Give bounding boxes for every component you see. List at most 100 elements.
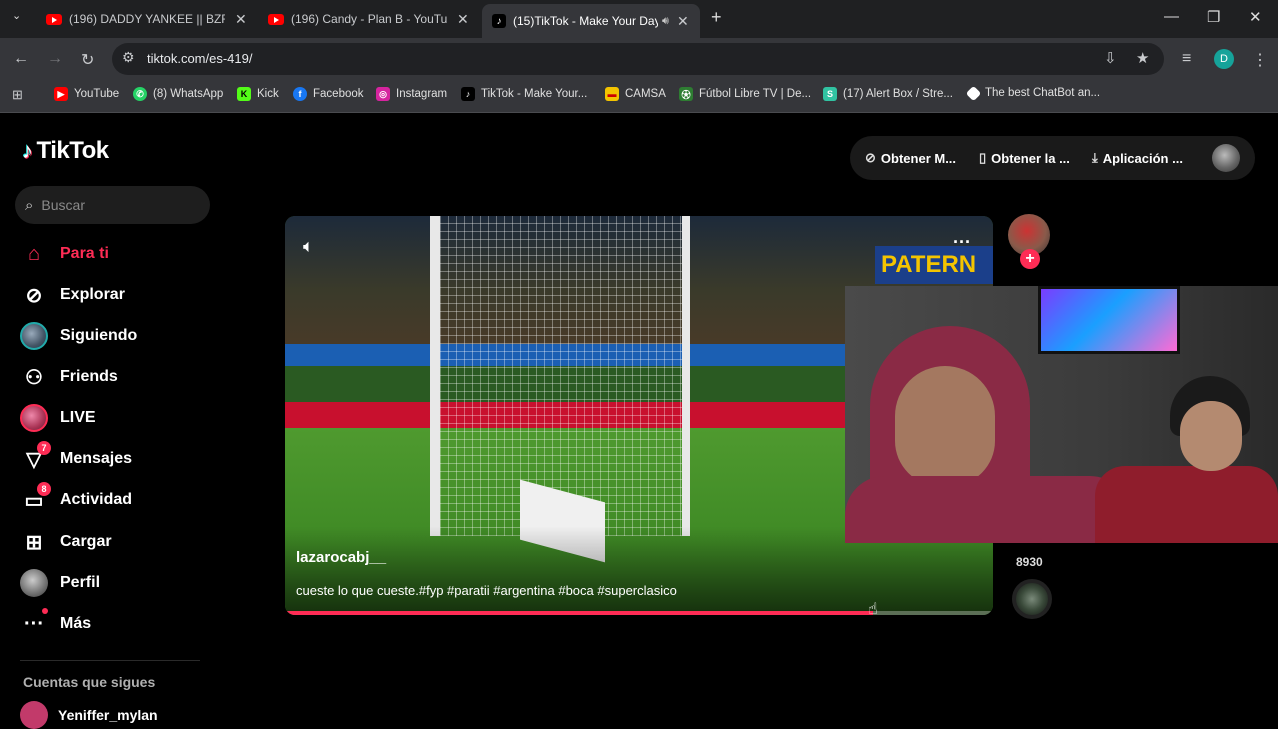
bookmark-tiktok[interactable]: ♪ TikTok - Make Your... <box>461 87 587 101</box>
camsa-icon: ▬ <box>605 87 619 101</box>
speaker-icon[interactable]: 🔊︎ <box>662 15 669 28</box>
nav-label: Friends <box>60 368 118 385</box>
install-app-icon[interactable]: ⇩ <box>1104 49 1117 67</box>
nav-mensajes[interactable]: ▽ 7 Mensajes <box>20 441 133 474</box>
get-app-button[interactable]: ▯ Obtener la ... <box>979 150 1070 166</box>
more-icon: ··· <box>20 608 48 638</box>
bookmark-label: Fútbol Libre TV | De... <box>699 88 812 100</box>
tiktok-icon: ♪ <box>492 14 506 28</box>
follow-plus-icon[interactable]: + <box>1020 249 1040 269</box>
nav-cargar[interactable]: ⊞ Cargar <box>20 527 112 557</box>
nav-actividad[interactable]: ▭ 8 Actividad <box>20 482 132 515</box>
tab-3[interactable]: ♪ (15)TikTok - Make Your Day 🔊︎ ✕ <box>482 4 700 38</box>
tiktok-note-icon: ♪ <box>22 138 33 163</box>
tab-search-chevron-icon[interactable]: ⌄ <box>12 9 21 22</box>
video-progress-bar[interactable] <box>285 611 993 615</box>
download-icon: ⤓ <box>1092 150 1098 165</box>
bookmark-instagram[interactable]: ◎ Instagram <box>376 87 447 101</box>
search-box[interactable]: ⌕ <box>15 186 210 224</box>
hand-cursor-icon: ☝︎ <box>868 601 878 618</box>
video-sponsor-sign: PATERN <box>875 246 993 284</box>
close-tab-icon[interactable]: ✕ <box>677 13 689 30</box>
activity-icon: ▭ 8 <box>20 482 51 514</box>
address-bar-row: ← → ↻ ⚙ tiktok.com/es-419/ ⇩ ★ ≡ D ⋮ <box>0 38 1278 80</box>
tiktok-icon: ♪ <box>461 87 475 101</box>
reload-icon[interactable]: ↻ <box>81 50 94 70</box>
bookmark-label: CAMSA <box>625 88 666 100</box>
coins-icon: ⊘ <box>865 150 876 165</box>
nav-mas[interactable]: ··· Más <box>20 608 92 639</box>
nav-para-ti[interactable]: ⌂ Para ti <box>20 239 109 269</box>
omnibox[interactable]: ⚙ tiktok.com/es-419/ ⇩ ★ <box>112 43 1164 75</box>
side-count: 8930 <box>1016 555 1043 569</box>
nav-friends[interactable]: ⚇ Friends <box>20 362 118 392</box>
close-tab-icon[interactable]: ✕ <box>235 11 247 28</box>
music-disc-icon[interactable] <box>1012 579 1052 619</box>
restore-icon[interactable]: ❐ <box>1207 8 1220 26</box>
nav-siguiendo[interactable]: Siguiendo <box>20 321 137 351</box>
forward-icon[interactable]: → <box>47 50 63 68</box>
site-info-icon[interactable]: ⚙ <box>122 49 135 66</box>
tab-1[interactable]: (196) DADDY YANKEE || BZRP M ✕ <box>46 6 256 32</box>
video-author[interactable]: lazarocabj__ <box>296 549 386 566</box>
webcam-overlay <box>845 286 1278 543</box>
tiktok-logo[interactable]: ♪ TikTok <box>22 137 109 165</box>
whatsapp-icon: ✆ <box>133 87 147 101</box>
compass-icon: ⊘ <box>25 284 43 307</box>
nav-live[interactable]: LIVE <box>20 403 96 433</box>
media-control-icon[interactable]: ≡ <box>1182 50 1191 68</box>
nav-perfil[interactable]: Perfil <box>20 568 100 598</box>
url-text[interactable]: tiktok.com/es-419/ <box>147 51 253 66</box>
bookmark-kick[interactable]: K Kick <box>237 87 279 101</box>
video-progress-fill <box>285 611 873 615</box>
profile-avatar-icon <box>20 569 48 597</box>
nav-explorar[interactable]: ⊘ Explorar <box>20 280 125 310</box>
close-tab-icon[interactable]: ✕ <box>457 11 469 28</box>
futbol-icon: ⚽︎ <box>679 87 693 101</box>
nav-label: Para ti <box>60 245 109 262</box>
user-avatar[interactable] <box>1212 144 1240 172</box>
apps-grid-icon[interactable]: ⊞ <box>12 87 23 103</box>
nav-label: Perfil <box>60 574 101 591</box>
menu-kebab-icon[interactable]: ⋮ <box>1252 50 1268 70</box>
nav-label: Mensajes <box>60 450 133 467</box>
tab-2[interactable]: (196) Candy - Plan B - YouTube ✕ <box>268 6 478 32</box>
volume-icon[interactable]: 🔈︎ <box>303 236 314 257</box>
tab-title: (196) DADDY YANKEE || BZRP M <box>69 12 225 26</box>
download-app-button[interactable]: ⤓ Aplicación ... <box>1092 150 1183 166</box>
bookmark-star-icon[interactable]: ★ <box>1136 49 1149 67</box>
home-icon: ⌂ <box>27 242 41 265</box>
more-options-icon[interactable]: ··· <box>953 232 971 253</box>
video-caption: cueste lo que cueste.#fyp #paratii #arge… <box>296 583 677 598</box>
bookmark-label: TikTok - Make Your... <box>481 88 588 100</box>
nav-label: Más <box>60 615 92 632</box>
bookmark-label: YouTube <box>74 88 120 100</box>
bookmark-facebook[interactable]: f Facebook <box>293 87 364 101</box>
kick-icon: K <box>237 87 251 101</box>
bookmark-futbol-libre[interactable]: ⚽︎ Fútbol Libre TV | De... <box>679 87 811 101</box>
tab-bar: ⌄ (196) DADDY YANKEE || BZRP M ✕ (196) C… <box>0 0 1278 38</box>
bookmark-label: Kick <box>257 88 279 100</box>
more-dot-badge <box>42 608 48 614</box>
new-tab-button[interactable]: + <box>711 7 722 28</box>
profile-avatar[interactable]: D <box>1214 49 1234 69</box>
bookmark-camsa[interactable]: ▬ CAMSA <box>605 87 666 101</box>
close-window-icon[interactable]: ✕ <box>1249 8 1262 26</box>
tab-title: (15)TikTok - Make Your Day <box>513 14 658 28</box>
live-avatar-icon <box>20 404 48 432</box>
bookmark-youtube[interactable]: ▶ YouTube <box>54 87 119 101</box>
bookmark-alert-box[interactable]: S (17) Alert Box / Stre... <box>823 87 953 101</box>
phone-icon: ▯ <box>979 150 987 165</box>
minimize-icon[interactable]: — <box>1164 8 1179 25</box>
tab-title: (196) Candy - Plan B - YouTube <box>291 12 447 26</box>
search-input[interactable] <box>41 197 192 213</box>
nav-label: LIVE <box>60 409 96 426</box>
bookmark-whatsapp[interactable]: ✆ (8) WhatsApp <box>133 87 223 101</box>
following-account[interactable]: Yeniffer_mylan <box>20 701 158 729</box>
bookmark-chatbot[interactable]: The best ChatBot an... <box>965 85 1100 101</box>
youtube-icon <box>268 13 284 25</box>
nav-label: Cargar <box>60 533 112 550</box>
bookmarks-bar: ⊞ ▶ YouTube ✆ (8) WhatsApp K Kick f Facebook… <box>0 80 1278 113</box>
back-icon[interactable]: ← <box>13 50 29 68</box>
get-coins-button[interactable]: ⊘ Obtener M... <box>865 150 956 166</box>
